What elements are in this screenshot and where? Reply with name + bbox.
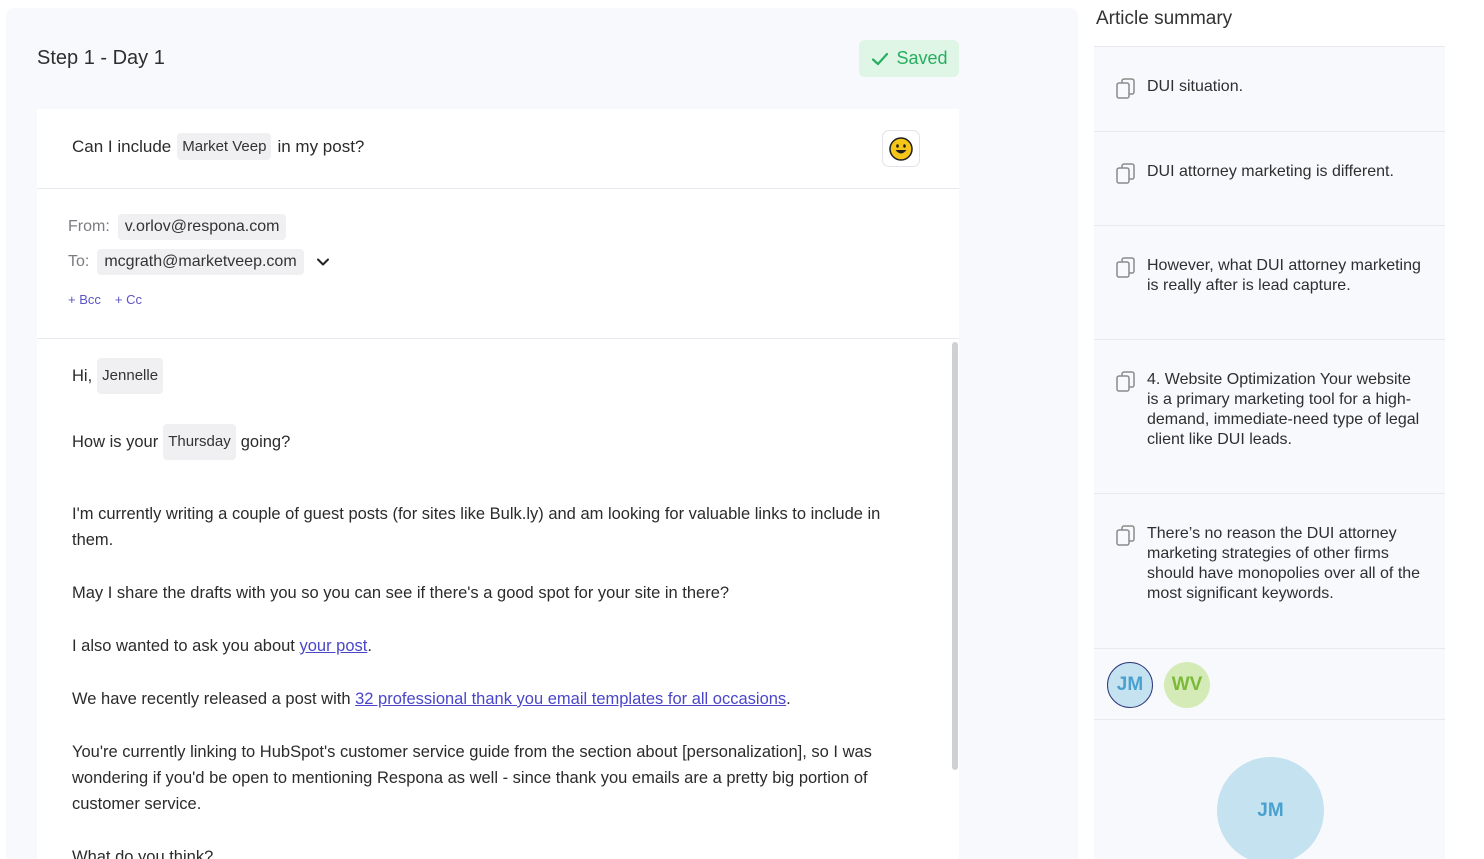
summary-item[interactable]: 4. Website Optimization Your website is … [1094,339,1445,493]
chevron-down-icon[interactable] [314,253,332,271]
avatar[interactable]: WV [1164,662,1210,708]
first-name-chip[interactable]: Jennelle [97,358,164,394]
from-row: From: v.orlov@respona.com [68,214,287,240]
paragraph-3-suffix: . [367,637,372,655]
templates-post-link[interactable]: 32 professional thank you email template… [355,690,786,708]
subject-line[interactable]: Can I include Market Veep in my post? [72,133,364,160]
summary-text: DUI attorney marketing is different. [1147,163,1394,180]
avatar[interactable]: JM [1107,662,1153,708]
from-label: From: [68,218,110,235]
to-row: To: mcgrath@marketveep.com [68,249,332,275]
summary-item[interactable]: DUI attorney marketing is different. [1094,131,1445,225]
subject-prefix: Can I include [72,136,172,156]
bcc-cc-row: + Bcc + Cc [68,292,142,307]
avatar[interactable]: JM [1217,757,1324,859]
subject-row: Can I include Market Veep in my post? [37,109,959,189]
subject-suffix: in my post? [277,136,365,156]
copy-icon[interactable] [1116,163,1136,185]
paragraph-3: I also wanted to ask you about your post… [72,633,922,659]
summary-text: DUI situation. [1147,78,1244,95]
article-summary-sidebar: Article summary DUI situation. DUI attor… [1094,0,1445,859]
email-card: Can I include Market Veep in my post? Fr… [37,109,959,859]
emoji-button[interactable] [882,130,920,167]
add-cc-link[interactable]: + Cc [115,292,142,307]
weekday-line: How is your Thursday going? [72,424,290,460]
saved-label: Saved [896,48,948,68]
email-body-text[interactable]: Hi, Jennelle How is your Thursday going?… [72,358,922,859]
greeting-line: Hi, Jennelle [72,358,164,394]
copy-icon[interactable] [1116,371,1136,393]
email-header: From: v.orlov@respona.com To: mcgrath@ma… [37,190,959,339]
email-editor-panel: Step 1 - Day 1 Saved Can I include Marke… [6,8,1078,859]
summary-item[interactable]: DUI situation. [1094,46,1445,131]
saved-badge: Saved [859,40,959,77]
your-post-link[interactable]: your post [300,637,368,655]
summary-text: There’s no reason the DUI attorney marke… [1147,525,1421,602]
collaborator-avatars: JM WV [1094,648,1445,720]
weekday-chip[interactable]: Thursday [163,424,236,460]
summary-text: However, what DUI attorney marketing is … [1147,257,1421,294]
summary-text: 4. Website Optimization Your website is … [1147,371,1420,448]
copy-icon[interactable] [1116,78,1136,100]
weekday-prefix: How is your [72,433,159,451]
paragraph-3-prefix: I also wanted to ask you about [72,637,295,655]
email-body-editor[interactable]: Hi, Jennelle How is your Thursday going?… [37,340,959,859]
sidebar-title: Article summary [1096,8,1233,29]
add-bcc-link[interactable]: + Bcc [68,292,101,307]
weekday-suffix: going? [240,433,291,451]
paragraph-4-prefix: We have recently released a post with [72,690,351,708]
paragraph-4: We have recently released a post with 32… [72,686,922,712]
check-icon [872,52,889,65]
from-email-chip[interactable]: v.orlov@respona.com [117,214,287,240]
copy-icon[interactable] [1116,525,1136,547]
summary-list: DUI situation. DUI attorney marketing is… [1094,46,1445,648]
smiley-emoji-icon [889,136,913,161]
selected-user-area: JM [1094,720,1445,859]
paragraph-1: I'm currently writing a couple of guest … [72,505,881,549]
paragraph-6: What do you think? [72,848,214,859]
paragraph-2: May I share the drafts with you so you c… [72,584,730,602]
subject-variable-chip[interactable]: Market Veep [177,133,272,160]
body-scrollbar[interactable] [952,342,958,770]
paragraph-4-suffix: . [786,690,791,708]
summary-item[interactable]: However, what DUI attorney marketing is … [1094,225,1445,339]
to-email-chip[interactable]: mcgrath@marketveep.com [97,249,304,275]
summary-item[interactable]: There’s no reason the DUI attorney marke… [1094,493,1445,648]
copy-icon[interactable] [1116,257,1136,279]
to-label: To: [68,253,90,270]
greeting: Hi, [72,367,93,385]
paragraph-5: You're currently linking to HubSpot's cu… [72,743,872,813]
step-title: Step 1 - Day 1 [37,47,165,69]
